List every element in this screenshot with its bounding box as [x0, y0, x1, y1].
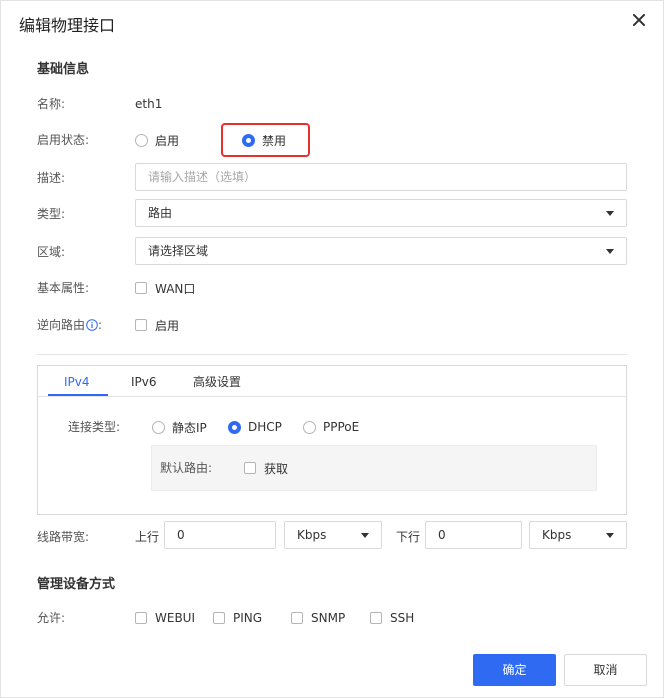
checkbox-icon: [370, 612, 382, 624]
downstream-unit-select[interactable]: Kbps: [529, 521, 627, 549]
status-radio-disable[interactable]: 禁用: [242, 132, 286, 148]
webui-checkbox[interactable]: WEBUI: [135, 610, 195, 626]
status-radio-enable[interactable]: 启用: [135, 132, 179, 148]
name-label: 名称:: [37, 97, 66, 111]
close-icon[interactable]: [631, 12, 647, 28]
edit-interface-dialog: 编辑物理接口 基础信息 名称: eth1 启用状态: 启用 禁用 描述: 类型:…: [0, 0, 664, 698]
default-route-box: 默认路由: 获取: [151, 445, 597, 491]
cancel-button[interactable]: 取消: [564, 654, 647, 686]
ssh-label: SSH: [390, 611, 415, 625]
conn-option-dhcp: DHCP: [248, 420, 282, 434]
checkbox-icon: [291, 612, 303, 624]
dialog-title: 编辑物理接口: [19, 16, 116, 35]
conn-radio-pppoe[interactable]: PPPoE: [303, 419, 359, 435]
conn-option-static: 静态IP: [172, 420, 207, 435]
checkbox-icon: [135, 319, 147, 331]
conn-radio-dhcp[interactable]: DHCP: [228, 419, 282, 435]
wan-checkbox[interactable]: WAN口: [135, 280, 195, 296]
caret-down-icon: [606, 249, 614, 254]
caret-down-icon: [606, 533, 614, 538]
default-route-checkbox[interactable]: 获取: [244, 460, 288, 476]
upstream-label: 上行: [135, 530, 160, 544]
ping-label: PING: [233, 611, 263, 625]
checkbox-icon: [244, 462, 256, 474]
reverse-route-checkbox-label: 启用: [155, 318, 180, 333]
tab-ipv6[interactable]: IPv6: [131, 374, 157, 390]
type-select-value: 路由: [148, 206, 173, 220]
bandwidth-label: 线路带宽:: [37, 530, 90, 544]
type-select[interactable]: 路由: [135, 199, 627, 227]
confirm-button[interactable]: 确定: [473, 654, 556, 686]
tab-ipv4[interactable]: IPv4: [64, 374, 90, 390]
downstream-unit-value: Kbps: [542, 528, 572, 542]
type-label: 类型:: [37, 207, 66, 221]
conn-type-label: 连接类型:: [68, 420, 121, 434]
checkbox-icon: [213, 612, 225, 624]
reverse-route-checkbox[interactable]: 启用: [135, 317, 179, 333]
reverse-route-label: 逆向路由:: [37, 317, 102, 335]
ssh-checkbox[interactable]: SSH: [370, 610, 414, 626]
divider: [37, 354, 627, 355]
info-icon[interactable]: [86, 319, 98, 335]
radio-selected-icon: [242, 133, 255, 147]
wan-checkbox-label: WAN口: [155, 281, 196, 296]
downstream-input[interactable]: [425, 521, 522, 549]
snmp-label: SNMP: [311, 611, 346, 625]
default-route-label: 默认路由:: [160, 461, 213, 475]
basic-info-title: 基础信息: [37, 62, 90, 77]
status-option-disable: 禁用: [262, 133, 287, 148]
active-tab-indicator: [48, 394, 108, 396]
zone-label: 区域:: [37, 245, 66, 259]
status-option-enable: 启用: [155, 133, 180, 148]
ip-settings-panel: IPv4 IPv6 高级设置 连接类型: 静态IP DHCP PPPoE 默认路…: [37, 365, 627, 515]
conn-radio-static[interactable]: 静态IP: [152, 419, 207, 435]
status-label: 启用状态:: [37, 133, 90, 147]
desc-label: 描述:: [37, 171, 66, 185]
allow-label: 允许:: [37, 611, 66, 625]
checkbox-icon: [135, 282, 147, 294]
manage-title: 管理设备方式: [37, 577, 116, 592]
upstream-unit-select[interactable]: Kbps: [284, 521, 382, 549]
caret-down-icon: [361, 533, 369, 538]
attr-label: 基本属性:: [37, 281, 90, 295]
zone-select-value: 请选择区域: [148, 244, 209, 258]
radio-icon: [303, 420, 316, 434]
checkbox-icon: [135, 612, 147, 624]
tab-bar: IPv4 IPv6 高级设置: [38, 366, 626, 397]
radio-selected-icon: [228, 420, 241, 434]
desc-input[interactable]: [135, 163, 627, 191]
name-value: eth1: [135, 97, 163, 111]
zone-select[interactable]: 请选择区域: [135, 237, 627, 265]
downstream-label: 下行: [396, 530, 421, 544]
radio-icon: [152, 420, 165, 434]
upstream-unit-value: Kbps: [297, 528, 327, 542]
conn-option-pppoe: PPPoE: [323, 420, 360, 434]
upstream-input[interactable]: [164, 521, 276, 549]
radio-icon: [135, 133, 148, 147]
webui-label: WEBUI: [155, 611, 196, 625]
default-route-checkbox-label: 获取: [264, 461, 289, 476]
caret-down-icon: [606, 211, 614, 216]
ping-checkbox[interactable]: PING: [213, 610, 262, 626]
snmp-checkbox[interactable]: SNMP: [291, 610, 345, 626]
tab-advanced[interactable]: 高级设置: [193, 374, 241, 390]
